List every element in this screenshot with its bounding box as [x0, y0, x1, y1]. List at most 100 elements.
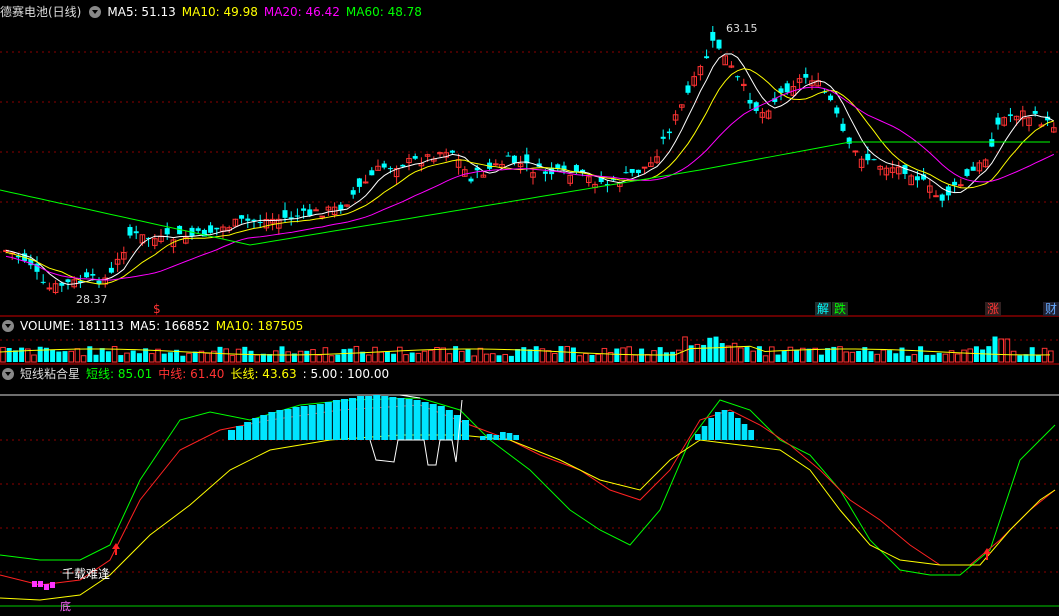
- volume-bar: [552, 352, 558, 363]
- volume-bar: [818, 354, 824, 362]
- candle-body: [412, 156, 418, 159]
- bottom-tag: 底: [60, 600, 71, 613]
- collapse-icon[interactable]: [2, 368, 14, 380]
- volume-bar: [1004, 338, 1011, 363]
- candle-body: [964, 169, 970, 176]
- volume-bar: [273, 350, 279, 363]
- volume-bar: [391, 353, 397, 362]
- volume-bar: [99, 348, 105, 362]
- volume-bar: [676, 349, 682, 363]
- event-marker-rise[interactable]: 涨: [985, 302, 1002, 316]
- volume-bar: [750, 350, 757, 363]
- volume-bar: [707, 337, 713, 362]
- signal-bar: [284, 409, 292, 440]
- candle-body: [294, 215, 300, 217]
- indicator-title[interactable]: 短线粘合星: [20, 367, 80, 381]
- volume-bar: [161, 353, 167, 362]
- volume-bar: [62, 351, 68, 362]
- candle-body: [952, 181, 958, 186]
- volume-bar: [601, 347, 608, 363]
- volume-bar: [167, 352, 173, 362]
- candle-body: [369, 170, 375, 176]
- volume-bar: [527, 349, 533, 362]
- candle-body: [257, 221, 263, 223]
- candle-body: [511, 155, 517, 163]
- bottom-signal-bar: [50, 582, 55, 588]
- signal-bar: [397, 398, 405, 440]
- volume-bar: [515, 349, 521, 362]
- volume-bar: [223, 348, 229, 363]
- volume-bar: [397, 346, 403, 363]
- volume-bar: [248, 350, 254, 362]
- volume-bar: [558, 346, 564, 362]
- volume-bar: [322, 347, 329, 363]
- volume-bar: [12, 350, 18, 362]
- signal-bar: [405, 399, 413, 440]
- volume-bar: [924, 354, 930, 362]
- candle-body: [573, 165, 579, 172]
- volume-bar: [682, 336, 688, 363]
- event-marker-finance[interactable]: 财: [1043, 302, 1059, 316]
- volume-bar: [80, 355, 87, 363]
- candle-body: [710, 31, 716, 41]
- volume-bar: [961, 349, 967, 363]
- candle-body: [1032, 111, 1038, 114]
- indicator-legend: 短线粘合星 短线: 85.01 中线: 61.40 长线: 43.63: 5.00: …: [0, 366, 395, 382]
- event-marker-dollar[interactable]: $: [151, 302, 163, 316]
- candle-body: [84, 272, 90, 278]
- signal-bar: [461, 420, 469, 440]
- volume-bar: [887, 350, 893, 362]
- signal-bar: [381, 396, 389, 440]
- volume-bar: [874, 353, 881, 363]
- volume-bar: [465, 349, 471, 362]
- collapse-icon[interactable]: [89, 6, 102, 18]
- volume-bar: [812, 347, 819, 363]
- volume-label: VOLUME: 181113: [20, 319, 124, 333]
- signal-bar: [715, 412, 721, 440]
- candle-body: [127, 226, 133, 236]
- candle-body: [933, 195, 939, 198]
- candle-body: [195, 228, 201, 231]
- volume-bar: [19, 347, 25, 362]
- volume-bar: [508, 355, 514, 362]
- volume-bar: [50, 349, 56, 362]
- signal-bar: [300, 406, 308, 440]
- candle-body: [747, 99, 753, 104]
- volume-bar: [186, 352, 192, 363]
- candle-body: [40, 281, 46, 283]
- candle-body: [834, 107, 840, 114]
- volume-bar: [787, 346, 794, 363]
- event-marker-unlock[interactable]: 解: [815, 302, 832, 316]
- volume-bar: [328, 355, 335, 363]
- volume-bar: [31, 354, 37, 363]
- short-line-label: 短线: 85.01: [86, 367, 153, 381]
- volume-bar: [335, 354, 341, 362]
- volume-bar: [502, 353, 508, 363]
- candle-body: [623, 172, 629, 174]
- volume-bar: [967, 348, 974, 363]
- stock-title[interactable]: 德赛电池(日线): [0, 5, 81, 19]
- signal-bar: [421, 402, 429, 440]
- volume-bar: [254, 354, 260, 363]
- candle-body: [970, 166, 976, 171]
- volume-bar: [124, 352, 130, 363]
- candle-body: [245, 218, 251, 221]
- volume-bar: [595, 353, 602, 363]
- candle-body: [641, 166, 648, 169]
- volume-bar: [701, 344, 707, 362]
- candle-body: [840, 123, 846, 131]
- candle-body: [468, 178, 474, 182]
- candle-body: [735, 76, 741, 78]
- volume-bar: [235, 348, 242, 363]
- volume-bar: [105, 351, 111, 362]
- signal-bar: [365, 396, 373, 440]
- collapse-icon[interactable]: [2, 320, 14, 332]
- volume-ma5-label: MA5: 166852: [129, 319, 210, 333]
- volume-bar: [297, 350, 304, 363]
- long-line: [0, 434, 1056, 601]
- event-marker-drop[interactable]: 跌: [832, 302, 849, 316]
- volume-ma10-label: MA10: 187505: [215, 319, 304, 333]
- volume-bar: [192, 351, 198, 362]
- volume-bar: [775, 354, 781, 362]
- candle-body: [852, 150, 859, 153]
